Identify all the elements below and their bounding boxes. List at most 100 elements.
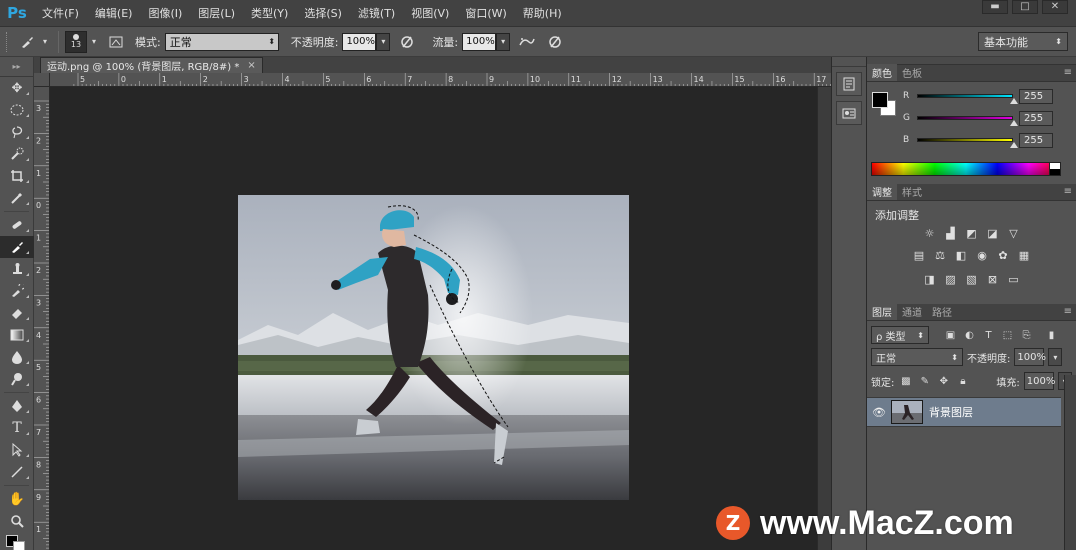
channel-mixer-icon[interactable]: ✿ xyxy=(995,247,1011,263)
color-balance-icon[interactable]: ⚖ xyxy=(932,247,948,263)
lock-image-icon[interactable]: ✎ xyxy=(917,374,932,389)
menu-edit[interactable]: 编辑(E) xyxy=(87,0,141,27)
blue-slider[interactable] xyxy=(917,138,1018,148)
pressure-size-icon[interactable] xyxy=(544,31,566,53)
menu-help[interactable]: 帮助(H) xyxy=(515,0,570,27)
filter-adjustment-icon[interactable]: ◐ xyxy=(962,328,977,343)
properties-panel-icon[interactable] xyxy=(836,101,862,125)
tab-color[interactable]: 颜色 xyxy=(867,64,897,81)
posterize-icon[interactable]: ▨ xyxy=(943,271,959,287)
brush-size-dropdown[interactable]: ▾ xyxy=(87,32,101,51)
vertical-ruler[interactable]: 3 2 1 0 1 2 3 4 5 6 7 8 9 1 xyxy=(34,87,50,550)
filter-toggle-icon[interactable]: ▮ xyxy=(1044,328,1059,343)
filter-pixel-icon[interactable]: ▣ xyxy=(943,328,958,343)
tab-swatches[interactable]: 色板 xyxy=(897,64,927,81)
line-tool-icon[interactable] xyxy=(0,461,34,483)
panel-menu-icon[interactable]: ≡ xyxy=(1064,306,1072,317)
dock-grip[interactable] xyxy=(832,57,866,67)
blue-slider-thumb[interactable] xyxy=(1010,142,1018,148)
brush-size-picker[interactable]: 13 xyxy=(65,30,87,53)
tab-paths[interactable]: 路径 xyxy=(927,303,957,320)
menu-image[interactable]: 图像(I) xyxy=(140,0,190,27)
black-white-swatch[interactable] xyxy=(1049,162,1061,176)
curves-icon[interactable]: ◩ xyxy=(964,225,980,241)
red-value-field[interactable]: 255 xyxy=(1019,88,1053,104)
fill-field[interactable]: 100% xyxy=(1023,372,1055,390)
menu-view[interactable]: 视图(V) xyxy=(403,0,457,27)
red-slider[interactable] xyxy=(917,94,1018,104)
close-button[interactable]: ✕ xyxy=(1042,0,1068,14)
lock-position-icon[interactable]: ✥ xyxy=(936,374,951,389)
flow-field[interactable]: 100% xyxy=(462,32,497,51)
options-grip[interactable] xyxy=(6,31,16,52)
menu-layer[interactable]: 图层(L) xyxy=(190,0,243,27)
restore-button[interactable]: □ xyxy=(1012,0,1038,14)
pen-tool-icon[interactable] xyxy=(0,395,34,417)
path-select-tool-icon[interactable] xyxy=(0,439,34,461)
marquee-tool-icon[interactable] xyxy=(0,99,34,121)
layer-opacity-dropdown[interactable]: ▾ xyxy=(1048,348,1063,366)
quick-select-tool-icon[interactable] xyxy=(0,143,34,165)
close-icon[interactable]: × xyxy=(247,60,255,71)
levels-icon[interactable]: ▟ xyxy=(943,225,959,241)
green-value-field[interactable]: 255 xyxy=(1019,110,1053,126)
layer-opacity-field[interactable]: 100% xyxy=(1014,348,1046,366)
exposure-icon[interactable]: ◪ xyxy=(985,225,1001,241)
photo-filter-icon[interactable]: ◉ xyxy=(974,247,990,263)
lock-transparent-icon[interactable]: ▩ xyxy=(898,374,913,389)
tab-channels[interactable]: 通道 xyxy=(897,303,927,320)
ruler-origin[interactable] xyxy=(34,73,50,87)
opacity-field[interactable]: 100% xyxy=(342,32,377,51)
panel-menu-icon[interactable]: ≡ xyxy=(1064,186,1072,197)
brush-tool-icon[interactable] xyxy=(0,236,34,258)
filter-shape-icon[interactable]: ⬚ xyxy=(1000,328,1015,343)
zoom-tool-icon[interactable] xyxy=(0,510,34,532)
eraser-tool-icon[interactable] xyxy=(0,302,34,324)
lock-all-icon[interactable]: 🔒︎ xyxy=(955,374,970,389)
type-tool-icon[interactable]: T xyxy=(0,417,34,439)
tab-layers[interactable]: 图层 xyxy=(867,303,897,320)
black-white-icon[interactable]: ◧ xyxy=(953,247,969,263)
eyedropper-tool-icon[interactable] xyxy=(0,187,34,209)
background-color-swatch[interactable] xyxy=(13,541,25,550)
horizontal-ruler[interactable]: 5 0 1 2 3 4 5 6 7 8 9 10 11 12 13 14 15 16 17 xyxy=(50,73,831,87)
invert-icon[interactable]: ◨ xyxy=(922,271,938,287)
brush-preset-icon[interactable] xyxy=(16,31,38,53)
dodge-tool-icon[interactable] xyxy=(0,368,34,390)
menu-filter[interactable]: 滤镜(T) xyxy=(350,0,403,27)
threshold-icon[interactable]: ▧ xyxy=(964,271,980,287)
healing-brush-tool-icon[interactable] xyxy=(0,214,34,236)
panel-menu-icon[interactable]: ≡ xyxy=(1064,67,1072,78)
document-tab[interactable]: 运动.png @ 100% (背景图层, RGB/8#) * × xyxy=(40,57,263,73)
mode-select[interactable]: 正常 ⬍ xyxy=(164,32,279,51)
menu-file[interactable]: 文件(F) xyxy=(34,0,87,27)
gradient-tool-icon[interactable] xyxy=(0,324,34,346)
canvas-vertical-scrollbar[interactable] xyxy=(817,87,831,550)
document-image[interactable] xyxy=(238,195,629,500)
tab-styles[interactable]: 样式 xyxy=(897,183,927,200)
minimize-button[interactable]: ▬ xyxy=(982,0,1008,14)
history-brush-tool-icon[interactable] xyxy=(0,280,34,302)
foreground-color-swatch[interactable] xyxy=(872,92,888,108)
green-slider[interactable] xyxy=(917,116,1018,126)
clone-stamp-tool-icon[interactable] xyxy=(0,258,34,280)
hand-tool-icon[interactable]: ✋ xyxy=(0,488,34,510)
layer-row-background[interactable]: 👁︎ 背景图层 xyxy=(867,397,1061,427)
red-slider-thumb[interactable] xyxy=(1010,98,1018,104)
blue-value-field[interactable]: 255 xyxy=(1019,132,1053,148)
menu-type[interactable]: 类型(Y) xyxy=(243,0,296,27)
vibrance-icon[interactable]: ▽ xyxy=(1006,225,1022,241)
history-panel-icon[interactable] xyxy=(836,72,862,96)
tools-panel-header[interactable]: ▸▸ xyxy=(0,57,33,77)
crop-tool-icon[interactable] xyxy=(0,165,34,187)
brush-panel-toggle-icon[interactable] xyxy=(105,31,127,53)
selective-color-icon[interactable]: ⊠ xyxy=(985,271,1001,287)
move-tool-icon[interactable]: ✥ xyxy=(0,77,34,99)
gradient-map-icon[interactable]: ▭ xyxy=(1006,271,1022,287)
brush-preset-dropdown[interactable]: ▾ xyxy=(38,32,52,51)
menu-select[interactable]: 选择(S) xyxy=(296,0,350,27)
green-slider-thumb[interactable] xyxy=(1010,120,1018,126)
layer-filter-select[interactable]: ρ 类型 ⬍ xyxy=(871,326,929,344)
flow-dropdown[interactable]: ▾ xyxy=(496,32,511,51)
color-lookup-icon[interactable]: ▦ xyxy=(1016,247,1032,263)
